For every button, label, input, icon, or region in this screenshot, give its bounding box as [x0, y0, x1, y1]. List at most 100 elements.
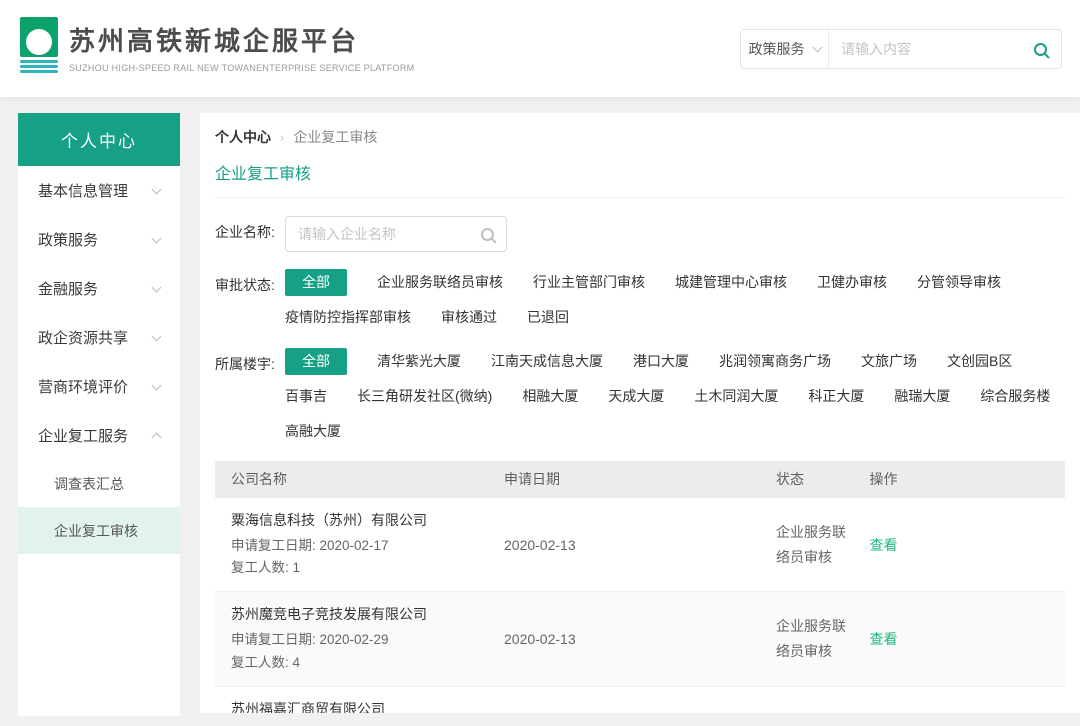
sidebar-subitems: 调查表汇总 企业复工审核 [18, 460, 180, 554]
sidebar-item-label: 企业复工服务 [38, 425, 128, 446]
company-name-label: 企业名称: [215, 216, 285, 252]
filter-chip[interactable]: 疫情防控指挥部审核 [285, 305, 411, 330]
filter-chip[interactable]: 城建管理中心审核 [675, 270, 787, 295]
sidebar-item[interactable]: 金融服务 [18, 264, 180, 313]
approval-status-filter: 审批状态: 全部 企业服务联络员审核 行业主管部门审核 城建管理中心审核 卫健办… [215, 269, 1065, 331]
filter-chip[interactable]: 综合服务楼 [980, 384, 1050, 409]
sidebar-subitem[interactable]: 企业复工审核 [18, 507, 180, 554]
filter-chip[interactable]: 港口大厦 [633, 349, 689, 374]
sidebar-item[interactable]: 营商环境评价 [18, 362, 180, 411]
column-header-action: 操作 [870, 469, 1066, 489]
app-header: 苏州高铁新城企服平台 SUZHOU HIGH-SPEED RAIL NEW TO… [0, 0, 1080, 97]
filter-chip[interactable]: 审核通过 [441, 305, 497, 330]
table-row: 苏州福嘉汇商贸有限公司 申请复工日期: 2020-02-13 复工人数: 1 2… [215, 687, 1065, 713]
filter-chip[interactable]: 已退回 [527, 305, 569, 330]
apply-date: 2020-02-13 [504, 537, 776, 553]
approval-status-label: 审批状态: [215, 269, 285, 331]
filter-chip[interactable]: 融瑞大厦 [894, 384, 950, 409]
company-name: 苏州魔竞电子竞技发展有限公司 [231, 604, 504, 624]
filter-chip[interactable]: 卫健办审核 [817, 270, 887, 295]
resume-count-line: 复工人数: 1 [231, 557, 504, 579]
filter-chip[interactable]: 百事吉 [285, 384, 327, 409]
app-subtitle: SUZHOU HIGH-SPEED RAIL NEW TOWANENTERPRI… [69, 63, 414, 73]
breadcrumb-root[interactable]: 个人中心 [215, 127, 271, 147]
sidebar-item[interactable]: 基本信息管理 [18, 166, 180, 215]
filter-chip[interactable]: 长三角研发社区(微纳) [357, 384, 492, 409]
status-text: 企业服务联络员审核 [776, 520, 870, 570]
sidebar-item-label: 政企资源共享 [38, 327, 128, 348]
sidebar-item[interactable]: 政企资源共享 [18, 313, 180, 362]
sidebar-item[interactable]: 政策服务 [18, 215, 180, 264]
sidebar-subitem[interactable]: 调查表汇总 [18, 460, 180, 507]
search-category-value: 政策服务 [749, 39, 805, 59]
app-title: 苏州高铁新城企服平台 [69, 21, 414, 58]
chevron-icon [152, 331, 162, 341]
input-search-icon[interactable] [481, 228, 494, 241]
breadcrumb-separator-icon: › [280, 130, 284, 145]
approval-status-options: 全部 企业服务联络员审核 行业主管部门审核 城建管理中心审核 卫健办审核 分管领… [285, 269, 1065, 331]
sidebar-item-label: 营商环境评价 [38, 376, 128, 397]
sidebar: 个人中心 基本信息管理 政策服务 金融服务 政企资源共享 营 [18, 113, 180, 716]
company-name-filter: 企业名称: [215, 216, 1065, 252]
chevron-icon [152, 184, 162, 194]
filter-chip[interactable]: 全部 [285, 269, 347, 296]
filter-chip[interactable]: 天成大厦 [608, 384, 664, 409]
chevron-down-icon [812, 43, 822, 53]
filter-chip[interactable]: 土木同润大厦 [694, 384, 778, 409]
filter-chip[interactable]: 相融大厦 [522, 384, 578, 409]
column-header-company: 公司名称 [215, 469, 504, 489]
sidebar-item-label: 基本信息管理 [38, 180, 128, 201]
sidebar-item-label: 政策服务 [38, 229, 98, 250]
resume-date-line: 申请复工日期: 2020-02-29 [231, 629, 504, 651]
resume-date-line: 申请复工日期: 2020-02-17 [231, 535, 504, 557]
view-link[interactable]: 查看 [870, 631, 898, 647]
approval-table: 公司名称 申请日期 状态 操作 粟海信息科技（苏州）有限公司 申请复工日期: 2… [215, 461, 1065, 713]
chevron-icon [152, 380, 162, 390]
filter-chip[interactable]: 清华紫光大厦 [377, 349, 461, 374]
filter-chip[interactable]: 科正大厦 [808, 384, 864, 409]
building-options: 全部 清华紫光大厦 江南天成信息大厦 港口大厦 兆润领寓商务广场 文旅广场 文创… [285, 348, 1065, 444]
filter-chip[interactable]: 企业服务联络员审核 [377, 270, 503, 295]
building-filter: 所属楼宇: 全部 清华紫光大厦 江南天成信息大厦 港口大厦 兆润领寓商务广场 文… [215, 348, 1065, 444]
filter-chip[interactable]: 行业主管部门审核 [533, 270, 645, 295]
sidebar-item-label: 金融服务 [38, 278, 98, 299]
sidebar-groups: 基本信息管理 政策服务 金融服务 政企资源共享 营商环境评价 [18, 166, 180, 460]
building-label: 所属楼宇: [215, 348, 285, 444]
search-category-select[interactable]: 政策服务 [741, 30, 829, 68]
column-header-status: 状态 [776, 469, 870, 489]
logo[interactable]: 苏州高铁新城企服平台 SUZHOU HIGH-SPEED RAIL NEW TO… [20, 17, 414, 73]
status-text: 企业服务联络员审核 [776, 709, 870, 713]
sidebar-header: 个人中心 [18, 113, 180, 166]
status-text: 企业服务联络员审核 [776, 614, 870, 664]
company-name-input[interactable] [298, 226, 481, 242]
breadcrumb: 个人中心 › 企业复工审核 [215, 127, 1065, 147]
column-header-apply-date: 申请日期 [504, 469, 776, 489]
chevron-icon [152, 233, 162, 243]
main-content: 个人中心 › 企业复工审核 企业复工审核 企业名称: 审批状态: 全部 企业服务… [200, 113, 1080, 713]
header-search-input[interactable] [829, 30, 1034, 68]
company-name-searchbox [285, 216, 507, 252]
sidebar-item[interactable]: 企业复工服务 [18, 411, 180, 460]
table-header: 公司名称 申请日期 状态 操作 [215, 461, 1065, 498]
view-link[interactable]: 查看 [870, 537, 898, 553]
header-search: 政策服务 [740, 29, 1062, 69]
resume-count-line: 复工人数: 4 [231, 652, 504, 674]
breadcrumb-current: 企业复工审核 [293, 127, 377, 147]
company-name: 粟海信息科技（苏州）有限公司 [231, 510, 504, 530]
apply-date: 2020-02-13 [504, 631, 776, 647]
filter-chip[interactable]: 分管领导审核 [917, 270, 1001, 295]
filter-chip[interactable]: 全部 [285, 348, 347, 375]
filter-chip[interactable]: 文旅广场 [861, 349, 917, 374]
page-title: 企业复工审核 [215, 160, 1065, 198]
filter-chip[interactable]: 江南天成信息大厦 [491, 349, 603, 374]
search-icon[interactable] [1034, 43, 1047, 56]
chevron-icon [152, 432, 162, 442]
filter-chip[interactable]: 兆润领寓商务广场 [719, 349, 831, 374]
table-row: 苏州魔竞电子竞技发展有限公司 申请复工日期: 2020-02-29 复工人数: … [215, 592, 1065, 687]
filters: 企业名称: 审批状态: 全部 企业服务联络员审核 行业主管部门审核 城建管理中 [215, 216, 1065, 444]
chevron-icon [152, 282, 162, 292]
filter-chip[interactable]: 高融大厦 [285, 419, 341, 444]
company-name: 苏州福嘉汇商贸有限公司 [231, 699, 504, 713]
filter-chip[interactable]: 文创园B区 [947, 349, 1012, 374]
logo-icon [20, 17, 58, 73]
